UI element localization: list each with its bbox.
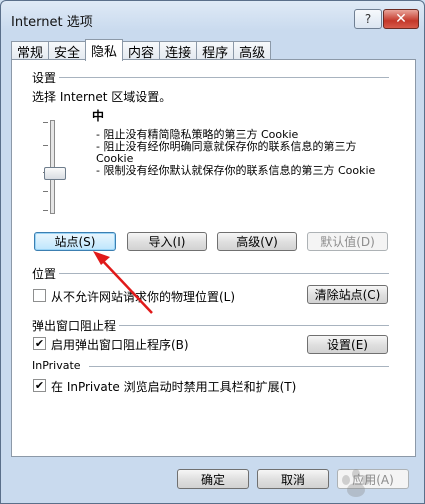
popup-divider: [119, 325, 389, 326]
popup-group-label: 弹出窗口阻止程: [32, 319, 117, 333]
tab-privacy[interactable]: 隐私: [85, 39, 124, 61]
close-button[interactable]: ✕: [383, 9, 419, 29]
checkmark-icon: ✔: [34, 379, 45, 392]
tab-programs[interactable]: 程序: [196, 41, 235, 61]
help-button[interactable]: ?: [354, 9, 382, 29]
settings-divider: [59, 77, 389, 78]
inprivate-checkbox-label[interactable]: 在 InPrivate 浏览启动时禁用工具栏和扩展(T): [51, 378, 296, 395]
import-button[interactable]: 导入(I): [127, 232, 207, 251]
ok-button[interactable]: 确定: [177, 469, 249, 489]
default-button[interactable]: 默认值(D): [307, 232, 388, 251]
advanced-button[interactable]: 高级(V): [217, 232, 297, 251]
location-checkbox-label[interactable]: 从不允许网站请求你的物理位置(L): [51, 288, 235, 305]
slider-tick: [43, 210, 48, 211]
tab-content[interactable]: 内容: [122, 41, 161, 61]
popup-blocker-checkbox[interactable]: ✔: [33, 337, 46, 350]
tab-connections[interactable]: 连接: [159, 41, 198, 61]
tab-security[interactable]: 安全: [48, 41, 87, 61]
description-line: - 限制没有经你默认就保存你的联系信息的第三方 Cookie: [96, 164, 376, 177]
inprivate-checkbox[interactable]: ✔: [33, 379, 46, 392]
privacy-level-name: 中: [92, 109, 105, 123]
privacy-panel: [11, 59, 416, 457]
description-line: - 阻止没有经你明确同意就保存你的联系信息的第三方 Cookie: [96, 140, 357, 165]
inprivate-divider: [89, 366, 389, 367]
privacy-level-slider-thumb[interactable]: [44, 167, 66, 180]
inprivate-group-label: InPrivate: [32, 359, 81, 372]
checkmark-icon: ✔: [34, 337, 45, 350]
tab-bar: 常规 安全 隐私 内容 连接 程序 高级: [11, 39, 272, 61]
tab-advanced[interactable]: 高级: [233, 41, 272, 61]
window-title: Internet 选项: [11, 15, 93, 30]
slider-tick: [43, 145, 48, 146]
popup-blocker-checkbox-label[interactable]: 启用弹出窗口阻止程序(B): [51, 336, 189, 353]
cancel-button[interactable]: 取消: [257, 469, 329, 489]
settings-group-label: 设置: [32, 71, 57, 85]
sites-button[interactable]: 站点(S): [34, 232, 116, 251]
popup-settings-button[interactable]: 设置(E): [307, 335, 388, 354]
internet-options-dialog: Internet 选项 ? ✕ 常规 安全 隐私 内容 连接 程序 高级 设置 …: [0, 0, 425, 504]
title-bar[interactable]: Internet 选项 ? ✕: [1, 1, 424, 35]
zone-instruction: 选择 Internet 区域设置。: [32, 90, 172, 104]
tab-general[interactable]: 常规: [11, 41, 50, 61]
baidu-watermark-logo: [342, 469, 370, 497]
slider-tick: [43, 122, 48, 123]
privacy-level-description: - 阻止没有精简隐私策略的第三方 Cookie - 阻止没有经你明确同意就保存你…: [96, 129, 386, 177]
location-group-label: 位置: [32, 267, 57, 281]
location-checkbox[interactable]: [33, 289, 46, 302]
slider-tick: [43, 191, 48, 192]
clear-sites-button[interactable]: 清除站点(C): [307, 285, 388, 304]
location-divider: [59, 273, 389, 274]
